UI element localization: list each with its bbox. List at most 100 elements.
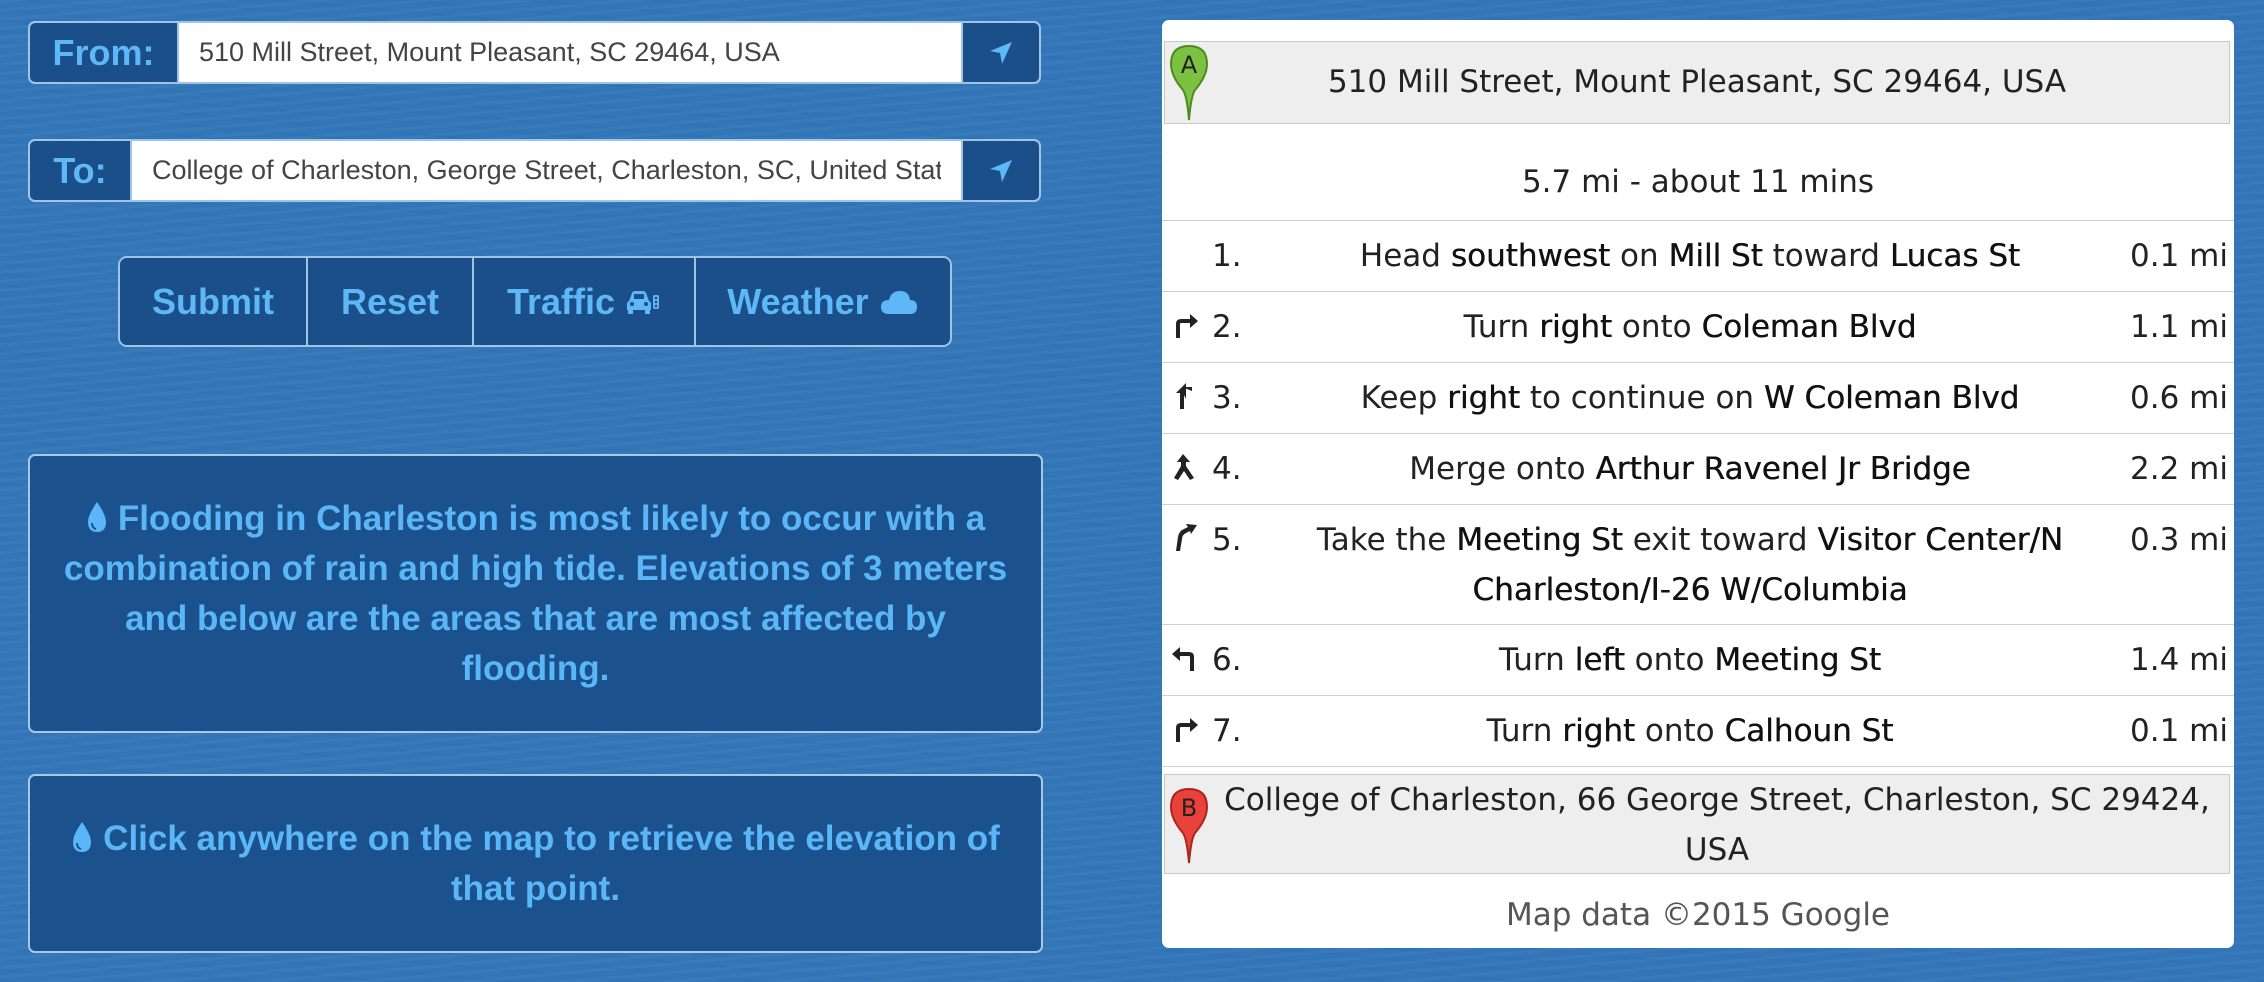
merge-icon [1174, 454, 1194, 480]
reset-button[interactable]: Reset [308, 258, 474, 345]
traffic-button[interactable]: Traffic [474, 258, 696, 345]
step-number: 7. [1212, 713, 1242, 749]
submit-label: Submit [152, 280, 274, 322]
flooding-info-panel: Flooding in Charleston is most likely to… [28, 454, 1043, 733]
step-instruction-emphasis: Meeting St [1714, 642, 1881, 678]
directions-panel: A 510 Mill Street, Mount Pleasant, SC 29… [1162, 20, 2234, 948]
step-instruction-emphasis: Arthur Ravenel Jr Bridge [1595, 451, 1971, 487]
step-instruction-emphasis: Coleman Blvd [1701, 309, 1917, 345]
step-instruction-text: to continue on [1519, 380, 1764, 416]
step-instruction-text: Merge onto [1409, 451, 1596, 487]
reset-label: Reset [340, 280, 440, 322]
elevation-tip-panel: Click anywhere on the map to retrieve th… [28, 774, 1043, 953]
weather-button[interactable]: Weather [696, 258, 950, 345]
submit-button[interactable]: Submit [120, 258, 308, 345]
step-instruction-emphasis: right [1562, 713, 1636, 749]
traffic-label: Traffic [506, 280, 616, 322]
route-summary: 5.7 mi - about 11 mins [1162, 143, 2234, 221]
marker-b-letter: B [1181, 794, 1197, 822]
origin-waypoint[interactable]: A 510 Mill Street, Mount Pleasant, SC 29… [1164, 41, 2230, 124]
map-copyright: Map data ©2015 Google [1505, 897, 1891, 933]
step-instruction-text: Turn [1499, 642, 1575, 678]
location-arrow-icon [990, 159, 1012, 182]
step-instruction: Merge onto Arthur Ravenel Jr Bridge [1290, 444, 2090, 494]
step-instruction: Turn right onto Coleman Blvd [1290, 302, 2090, 352]
keep-right-icon [1176, 383, 1192, 409]
destination-waypoint[interactable]: B College of Charleston, 66 George Stree… [1164, 774, 2230, 874]
turn-left-icon [1172, 647, 1194, 671]
step-instruction-text: on [1610, 238, 1669, 274]
step-instruction: Turn left onto Meeting St [1290, 635, 2090, 685]
action-button-group: Submit Reset Traffic Weather [118, 256, 952, 347]
marker-a-letter: A [1181, 51, 1198, 79]
step-instruction-emphasis: Lucas St [1889, 238, 2021, 274]
to-locate-button[interactable] [961, 141, 1039, 200]
to-label: To: [30, 141, 132, 200]
cloud-icon [880, 290, 917, 314]
step-instruction-emphasis: right [1539, 309, 1613, 345]
step-distance: 0.3 mi [2130, 522, 2228, 558]
step-instruction-emphasis: Meeting St [1456, 522, 1623, 558]
direction-step[interactable]: 4. Merge onto Arthur Ravenel Jr Bridge 2.2… [1162, 434, 2234, 505]
ramp-right-icon [1176, 524, 1197, 551]
step-instruction-text: Turn [1463, 309, 1540, 345]
direction-step[interactable]: 3. Keep right to continue on W Coleman Bl… [1162, 363, 2234, 434]
step-number: 6. [1212, 642, 1242, 678]
step-distance: 0.1 mi [2130, 713, 2228, 749]
flooding-info-label: Flooding in Charleston is most likely to… [63, 498, 1008, 688]
step-instruction-text: Head [1359, 238, 1451, 274]
step-instruction-emphasis: left [1574, 642, 1625, 678]
direction-step[interactable]: 7. Turn right onto Calhoun St 0.1 mi [1162, 696, 2234, 767]
step-distance: 1.1 mi [2130, 309, 2228, 345]
step-distance: 1.4 mi [2130, 642, 2228, 678]
direction-step[interactable]: 5. Take the Meeting St exit toward Visito… [1162, 505, 2234, 625]
turn-right-icon [1176, 314, 1198, 338]
step-instruction-emphasis: southwest [1450, 238, 1611, 274]
marker-a-icon: A [1169, 44, 1209, 121]
from-input-group: From: [28, 21, 1041, 84]
step-number: 4. [1212, 451, 1242, 487]
step-distance: 2.2 mi [2130, 451, 2228, 487]
step-distance: 0.1 mi [2130, 238, 2228, 274]
step-instruction-text: toward [1762, 238, 1890, 274]
marker-b-icon: B [1169, 787, 1209, 864]
step-number: 3. [1212, 380, 1242, 416]
direction-step[interactable]: 6. Turn left onto Meeting St 1.4 mi [1162, 625, 2234, 696]
water-drop-icon [87, 501, 106, 532]
location-arrow-icon [990, 41, 1012, 64]
step-number: 1. [1212, 238, 1242, 274]
step-instruction-text: onto [1624, 642, 1715, 678]
elevation-tip-label: Click anywhere on the map to retrieve th… [103, 818, 1000, 908]
step-instruction-text: onto [1635, 713, 1725, 749]
step-number: 2. [1212, 309, 1242, 345]
step-instruction: Take the Meeting St exit toward Visitor … [1290, 515, 2090, 615]
step-instruction-text: Keep [1360, 380, 1448, 416]
direction-step[interactable]: 1. Head southwest on Mill St toward Lucas… [1162, 221, 2234, 292]
step-instruction: Keep right to continue on W Coleman Blvd [1290, 373, 2090, 423]
to-input[interactable] [132, 141, 961, 200]
destination-address: College of Charleston, 66 George Street,… [1224, 782, 2210, 868]
to-input-group: To: [28, 139, 1041, 202]
step-instruction-text: exit toward [1622, 522, 1818, 558]
step-instruction: Turn right onto Calhoun St [1290, 706, 2090, 756]
from-input[interactable] [179, 23, 961, 82]
step-instruction-emphasis: Calhoun St [1724, 713, 1894, 749]
elevation-tip-text: Click anywhere on the map to retrieve th… [60, 814, 1011, 914]
turn-right-icon [1176, 718, 1198, 742]
step-instruction-emphasis: W Coleman Blvd [1763, 380, 2020, 416]
step-instruction-text: onto [1612, 309, 1702, 345]
from-locate-button[interactable] [961, 23, 1039, 82]
step-instruction-emphasis: Mill St [1668, 238, 1763, 274]
car-traffic-icon [627, 290, 660, 314]
step-instruction-text: Take the [1316, 522, 1457, 558]
water-drop-icon [73, 821, 92, 852]
step-number: 5. [1212, 522, 1242, 558]
step-instruction: Head southwest on Mill St toward Lucas S… [1290, 231, 2090, 281]
step-distance: 0.6 mi [2130, 380, 2228, 416]
weather-label: Weather [727, 280, 869, 322]
step-instruction-emphasis: right [1447, 380, 1520, 416]
direction-step[interactable]: 2. Turn right onto Coleman Blvd 1.1 mi [1162, 292, 2234, 363]
from-label: From: [30, 23, 179, 82]
origin-address: 510 Mill Street, Mount Pleasant, SC 2946… [1327, 64, 2067, 100]
flooding-info-text: Flooding in Charleston is most likely to… [60, 494, 1011, 694]
